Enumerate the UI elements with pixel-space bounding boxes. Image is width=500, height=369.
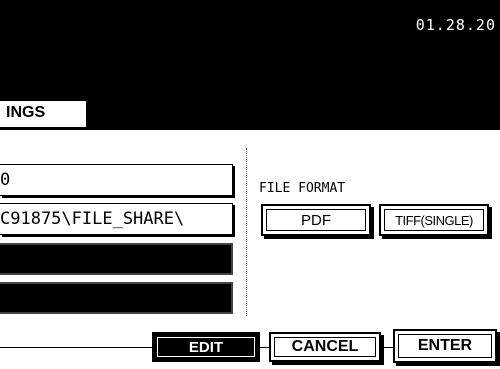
field-row-4[interactable] — [0, 282, 233, 314]
tiff-single-button[interactable]: TIFF(SINGLE) — [379, 204, 489, 236]
edit-button-label: EDIT — [188, 338, 224, 356]
field-row-3[interactable] — [0, 243, 233, 275]
edit-button-inner: EDIT — [157, 337, 255, 357]
edit-button[interactable]: EDIT — [152, 332, 260, 362]
tab-label: INGS — [6, 104, 46, 121]
tiff-button-inner: TIFF(SINGLE) — [384, 209, 484, 231]
field-row-2-value: C91875\FILE_SHARE\ — [0, 209, 185, 229]
panel-divider — [246, 148, 247, 316]
pdf-button-inner: PDF — [266, 209, 366, 231]
pdf-button-label: PDF — [301, 211, 331, 229]
pdf-button[interactable]: PDF — [261, 204, 371, 236]
cancel-button[interactable]: CANCEL — [269, 332, 381, 362]
field-row-2-path[interactable]: C91875\FILE_SHARE\ — [0, 203, 233, 235]
enter-button-label: ENTER — [417, 337, 473, 354]
enter-button[interactable]: ENTER — [393, 329, 497, 363]
cancel-button-label: CANCEL — [291, 338, 359, 355]
field-row-1[interactable]: 0 — [0, 164, 233, 196]
cancel-button-inner: CANCEL — [274, 337, 376, 357]
file-format-label: FILE FORMAT — [259, 181, 346, 196]
clock-display: 01.28.20 — [415, 16, 496, 34]
field-row-1-value: 0 — [0, 170, 11, 190]
tab-settings[interactable]: INGS — [0, 99, 92, 131]
enter-button-inner: ENTER — [398, 334, 492, 358]
tiff-button-label: TIFF(SINGLE) — [395, 212, 473, 228]
